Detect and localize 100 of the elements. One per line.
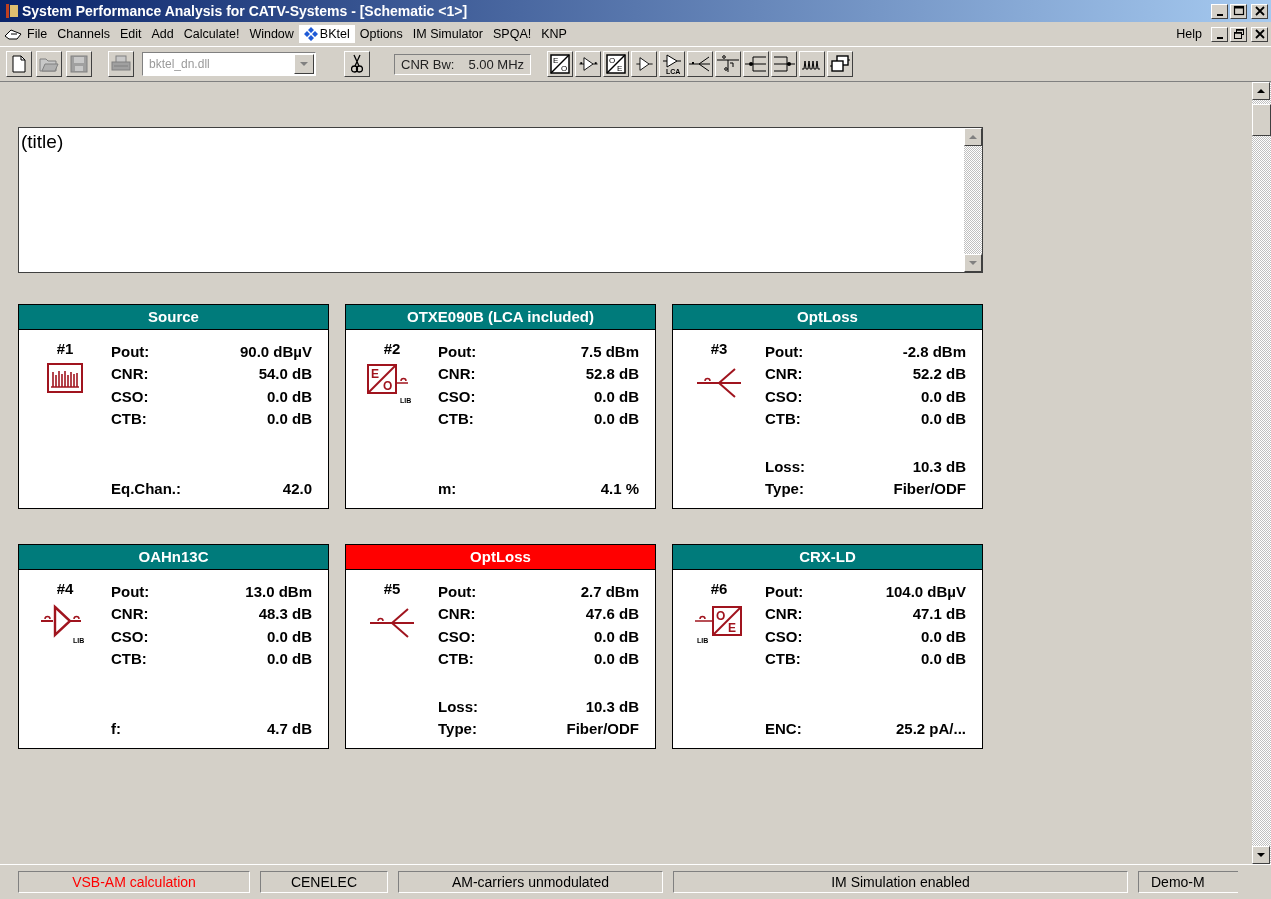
component-card[interactable]: OptLoss #3 Pout: -2.8 dBm CNR: 52.2 dB CSO: 0.0 dB CTB: 0.0 dB Loss: 10.3 dB Type: Fiber/ODF — [672, 304, 983, 509]
close-button[interactable] — [1251, 3, 1268, 19]
printer-icon — [111, 55, 131, 73]
title-field[interactable]: (title) — [18, 127, 983, 273]
parameter-value: 0.0 dB — [921, 387, 966, 405]
minimize-icon — [1216, 36, 1223, 39]
parameter-value: 0.0 dB — [594, 627, 639, 645]
dropdown-arrow-icon — [300, 62, 308, 66]
down-arrow-icon — [1257, 853, 1265, 857]
parameter-label: Pout: — [438, 342, 477, 360]
status-panel: Demo-M — [1138, 871, 1238, 893]
parameter-label: CNR: — [765, 605, 803, 623]
card-title: OAHn13C — [19, 545, 328, 570]
parameter-label: CNR: — [111, 365, 149, 383]
parameter-value: 4.1 % — [600, 480, 639, 498]
parameter-value: 47.6 dB — [585, 605, 639, 623]
parameter-value: 0.0 dB — [267, 627, 312, 645]
parameter-value: 0.0 dB — [594, 410, 639, 428]
menu-item[interactable]: KNP — [536, 25, 572, 43]
menu-item[interactable]: Options — [354, 25, 408, 43]
parameter-value: 25.2 pA/... — [895, 720, 966, 738]
scrollbar-thumb[interactable] — [1252, 104, 1271, 136]
parameter-label: Pout: — [765, 342, 804, 360]
signal-source-icon — [47, 363, 83, 393]
menu-item[interactable]: File — [22, 25, 53, 43]
menu-item[interactable]: Window — [244, 25, 299, 43]
parameter-value: 47.1 dB — [912, 605, 966, 623]
component-button[interactable] — [827, 51, 854, 77]
card-title: OTXE090B (LCA included) — [346, 305, 655, 330]
component-button[interactable] — [575, 51, 602, 77]
parameter-value: 54.0 dB — [258, 365, 312, 383]
up-arrow-icon — [1257, 89, 1265, 93]
menu-item[interactable]: SPQA! — [488, 25, 537, 43]
parameter-label: CSO: — [438, 387, 476, 405]
minimize-button[interactable] — [1211, 26, 1228, 42]
component-number: #6 — [710, 580, 728, 597]
parameter-label: CTB: — [438, 410, 474, 428]
status-panel: IM Simulation enabled — [673, 871, 1128, 893]
parameter-label: CNR: — [765, 365, 803, 383]
parameter-value: 90.0 dBµV — [240, 342, 312, 360]
parameter-label: f: — [111, 720, 121, 738]
tap-icon — [717, 55, 740, 73]
card-title: CRX-LD — [673, 545, 982, 570]
component-button[interactable] — [799, 51, 826, 77]
close-icon — [1253, 5, 1266, 17]
component-number: #5 — [383, 580, 401, 597]
menu-item[interactable]: Add — [146, 25, 179, 43]
component-button[interactable] — [715, 51, 742, 77]
card-title: OptLoss — [673, 305, 982, 330]
cnr-bandwidth-label: CNR Bw: — [401, 56, 455, 72]
window-title: System Performance Analysis for CATV-Systems - [Schematic <1>] — [22, 3, 469, 19]
parameter-value: 7.5 dBm — [580, 342, 639, 360]
parameter-label: Eq.Chan.: — [111, 480, 181, 498]
parameter-value: 0.0 dB — [267, 650, 312, 668]
combiner-icon — [773, 55, 796, 73]
scrollbar[interactable] — [1251, 82, 1271, 864]
parameter-value: 52.8 dB — [585, 365, 639, 383]
close-button[interactable] — [1251, 26, 1268, 42]
parameter-label: m: — [438, 480, 457, 498]
component-button[interactable] — [631, 51, 658, 77]
new-button[interactable] — [6, 51, 32, 77]
component-button[interactable] — [743, 51, 770, 77]
parameter-label: CTB: — [765, 410, 801, 428]
down-arrow-icon — [969, 261, 977, 265]
maximize-icon — [1232, 5, 1245, 17]
restore-button[interactable] — [1230, 26, 1247, 42]
component-card[interactable]: OptLoss #5 Pout: 2.7 dBm CNR: 47.6 dB CSO: 0.0 dB CTB: 0.0 dB Loss: 10.3 dB Type: Fiber/ODF — [345, 544, 656, 749]
splitter-icon — [745, 55, 768, 73]
menu-item[interactable]: IM Simulator — [407, 25, 488, 43]
cnr-bandwidth-value: 5.00 MHz — [468, 56, 525, 72]
up-arrow-icon — [969, 135, 977, 139]
menu-item[interactable]: Calculate! — [178, 25, 245, 43]
component-card[interactable]: Source #1 Pout: 90.0 dBµV CNR: 54.0 dB CSO: 0.0 dB CTB: 0.0 dB Eq.Chan.: 42.0 — [18, 304, 329, 509]
diamond-logo-icon — [303, 27, 318, 41]
parameter-label: CNR: — [111, 605, 149, 623]
parameter-value: 0.0 dB — [921, 650, 966, 668]
status-panel: AM-carriers unmodulated — [398, 871, 663, 893]
cut-button[interactable] — [344, 51, 370, 77]
parameter-value: 0.0 dB — [921, 410, 966, 428]
fiber-amplifier-icon — [578, 56, 598, 72]
parameter-label: Type: — [765, 480, 804, 498]
component-button[interactable] — [771, 51, 798, 77]
parameter-label: Pout: — [111, 582, 150, 600]
maximize-button[interactable] — [1230, 3, 1247, 19]
parameter-label: Pout: — [111, 342, 150, 360]
menu-item[interactable]: BKtel — [298, 25, 355, 43]
component-number: #1 — [56, 340, 74, 357]
parameter-value: 0.0 dB — [267, 410, 312, 428]
scrollbar[interactable] — [964, 128, 982, 272]
amplifier-icon — [634, 56, 654, 72]
parameter-value: 52.2 dB — [912, 365, 966, 383]
parameter-label: CNR: — [438, 605, 476, 623]
component-button[interactable] — [687, 51, 714, 77]
minimize-button[interactable] — [1211, 3, 1228, 19]
parameter-label: Pout: — [438, 582, 477, 600]
hand-icon — [4, 28, 22, 40]
help-menu[interactable]: Help — [1171, 25, 1207, 43]
menu-item[interactable]: Edit — [115, 25, 147, 43]
windows-icon — [830, 55, 851, 73]
menu-item[interactable]: Channels — [52, 25, 115, 43]
